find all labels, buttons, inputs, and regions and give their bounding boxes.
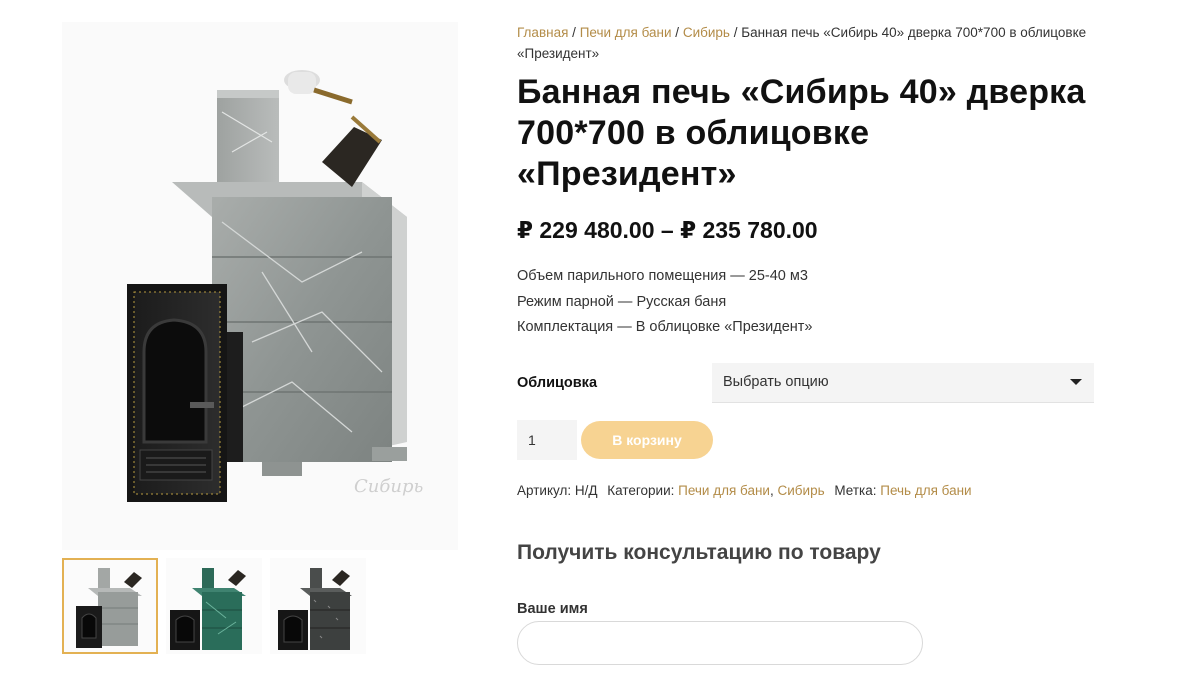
name-input[interactable] [517,620,923,665]
sku-label: Артикул: [517,482,572,498]
thumbnail-dark-granite[interactable] [270,558,366,654]
breadcrumb-category-link[interactable]: Печи для бани [580,25,672,40]
cladding-select-value: Выбрать опцию [723,374,829,390]
add-to-cart-button[interactable]: В корзину [581,420,713,459]
tag-link[interactable]: Печь для бани [880,483,971,498]
product-specs: Объем парильного помещения — 25-40 м3 Ре… [517,264,1097,341]
thumbnail-strip [62,558,366,654]
product-summary: Главная / Печи для бани / Сибирь / Банна… [517,22,1097,665]
variation-label: Облицовка [517,374,598,391]
breadcrumb-subcategory-link[interactable]: Сибирь [683,25,730,40]
thumbnail-grey-stone[interactable] [62,558,158,654]
breadcrumb-home-link[interactable]: Главная [517,25,568,40]
chevron-down-icon [1070,379,1082,385]
thumbnail-green-serpentinite[interactable] [166,558,262,654]
product-title: Банная печь «Сибирь 40» дверка 700*700 в… [517,73,1086,193]
product-meta: Артикул: Н/Д Категории: Печи для бани, С… [517,482,972,498]
sku-value: Н/Д [574,482,598,498]
category-link[interactable]: Печи для бани [678,483,770,498]
product-price-range: ₽ 229 480.00 – ₽ 235 780.00 [517,217,818,243]
category-link[interactable]: Сибирь [778,483,825,498]
spec-steam-mode: Режим парной — Русская баня [517,293,727,310]
tag-label: Метка: [834,482,877,498]
product-main-image[interactable]: Сибирь [62,22,458,550]
breadcrumb-separator: / [675,25,680,40]
watermark-text: Сибирь [354,476,423,497]
spec-configuration: Комплектация — В облицовке «Президент» [517,319,813,335]
variation-row: Облицовка Выбрать опцию [517,362,1097,403]
breadcrumb: Главная / Печи для бани / Сибирь / Банна… [517,22,1097,64]
cladding-select[interactable]: Выбрать опцию [712,362,1094,403]
add-to-cart-row: В корзину [517,419,1097,460]
breadcrumb-separator: / [733,25,738,40]
quantity-input[interactable] [517,419,577,460]
consultation-heading: Получить консультацию по товару [517,540,881,564]
breadcrumb-separator: / [572,25,576,40]
spec-room-volume: Объем парильного помещения — 25-40 м3 [517,268,808,284]
categories-label: Категории: [607,482,675,498]
name-field-label: Ваше имя [517,600,588,617]
